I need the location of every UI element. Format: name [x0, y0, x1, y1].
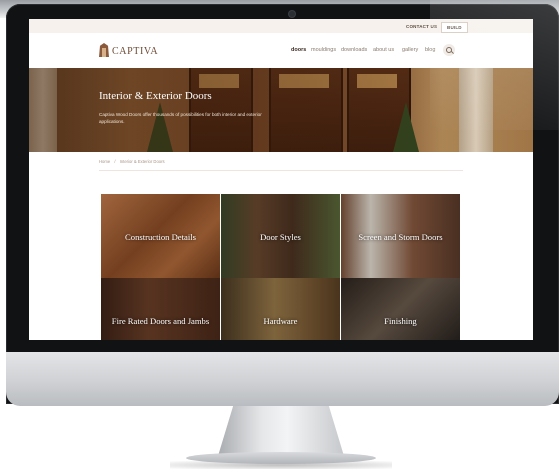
breadcrumb: Home / Interior & Exterior Doors: [99, 159, 168, 164]
nav-item-mouldings[interactable]: mouldings: [311, 47, 336, 53]
brand-name: CAPTIVA: [112, 46, 159, 57]
breadcrumb-current: Interior & Exterior Doors: [119, 159, 165, 164]
nav-item-about-us[interactable]: about us: [373, 47, 394, 53]
tile-shade: [341, 278, 460, 340]
hero-banner: Interior & Exterior Doors Captiva Wood D…: [29, 68, 533, 152]
breadcrumb-home[interactable]: Home: [99, 159, 110, 164]
nav-item-blog[interactable]: blog: [425, 47, 435, 53]
utility-bar: CONTACT US BUILD: [29, 19, 533, 33]
monitor-stand-base: [186, 452, 376, 464]
site-header: CAPTIVA doors mouldings downloads about …: [29, 33, 533, 68]
category-tile-screen-storm-doors[interactable]: Screen and Storm Doors: [341, 194, 460, 278]
logo-door-icon: [99, 43, 109, 57]
category-tile-hardware[interactable]: Hardware: [221, 278, 340, 340]
tile-shade: [221, 278, 340, 340]
hero-title: Interior & Exterior Doors: [99, 90, 212, 102]
nav-item-doors[interactable]: doors: [291, 47, 306, 53]
monitor-stand: [218, 406, 344, 456]
category-label: Hardware: [263, 316, 298, 326]
nav-item-downloads[interactable]: downloads: [341, 47, 367, 53]
screen: CONTACT US BUILD CAPTIVA doors mouldings…: [29, 19, 533, 340]
category-grid: Construction Details Door Styles Screen …: [101, 194, 461, 340]
category-label: Construction Details: [125, 232, 196, 242]
contact-us-link[interactable]: CONTACT US: [401, 22, 442, 31]
category-label: Door Styles: [260, 232, 301, 242]
hero-overlay: [29, 68, 533, 152]
hero-subtitle: Captiva Wood Doors offer thousands of po…: [99, 112, 262, 124]
build-button[interactable]: BUILD: [441, 22, 468, 33]
breadcrumb-separator: /: [114, 159, 116, 164]
category-label: Screen and Storm Doors: [358, 232, 443, 242]
category-label: Finishing: [384, 316, 417, 326]
category-tile-construction-details[interactable]: Construction Details: [101, 194, 220, 278]
section-divider: [99, 170, 463, 171]
category-label: Fire Rated Doors and Jambs: [111, 316, 210, 326]
camera-icon: [289, 11, 295, 17]
monitor-chin: [6, 352, 559, 406]
tile-shade: [101, 278, 220, 340]
category-tile-fire-rated[interactable]: Fire Rated Doors and Jambs: [101, 278, 220, 340]
category-tile-finishing[interactable]: Finishing: [341, 278, 460, 340]
search-icon[interactable]: [443, 44, 455, 56]
category-tile-door-styles[interactable]: Door Styles: [221, 194, 340, 278]
nav-item-gallery[interactable]: gallery: [402, 47, 418, 53]
